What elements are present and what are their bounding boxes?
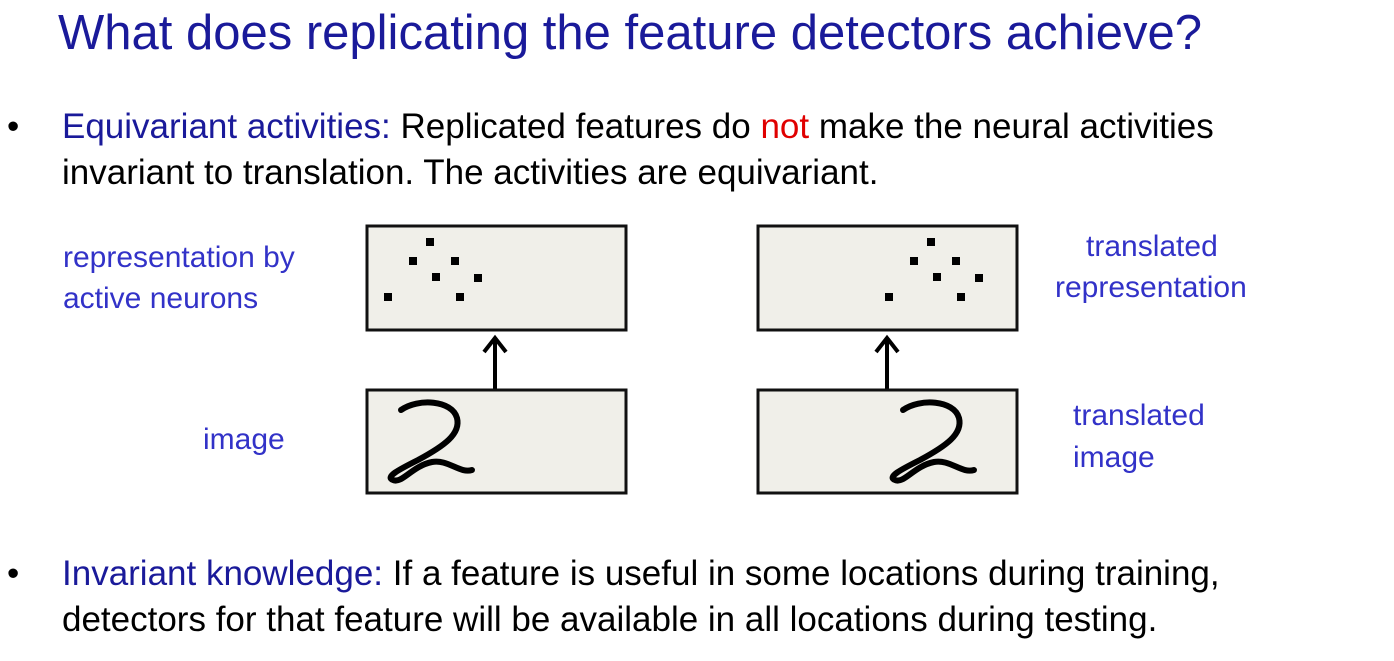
translated-representation-label-line-1: translated [1086,230,1218,263]
neuron-dot [975,274,983,282]
neuron-dot [409,257,417,265]
neuron-dot [927,238,935,246]
representation-box [365,224,628,332]
representation-label-line-1: representation by [63,241,295,274]
translated-image-box [756,388,1019,495]
neuron-dot [384,293,392,301]
up-arrow-icon [874,334,900,389]
neuron-dot [885,293,893,301]
neuron-dot [451,257,459,265]
bullet-term: Invariant knowledge: [62,554,384,593]
neuron-dot [952,257,960,265]
bullet-line-2: detectors for that feature will be avail… [62,600,1158,639]
representation-label-line-2: active neurons [63,282,259,315]
translated-image-label-line-1: translated [1073,399,1205,432]
neuron-dot [910,257,918,265]
bullet-text: If a feature is useful in some locations… [383,554,1220,593]
neuron-dot [933,273,941,281]
neuron-dot [474,274,482,282]
bullet-line-1: Invariant knowledge: If a feature is use… [62,551,1387,597]
neuron-dot [432,273,440,281]
translated-image-label-line-2: image [1073,441,1155,474]
neuron-dot [456,293,464,301]
neuron-dot [426,238,434,246]
image-label: image [203,423,285,456]
translated-representation-label-line-2: representation [1055,271,1247,304]
up-arrow-icon [482,334,508,389]
bullet-marker: • [7,554,20,593]
neuron-dot [957,293,965,301]
